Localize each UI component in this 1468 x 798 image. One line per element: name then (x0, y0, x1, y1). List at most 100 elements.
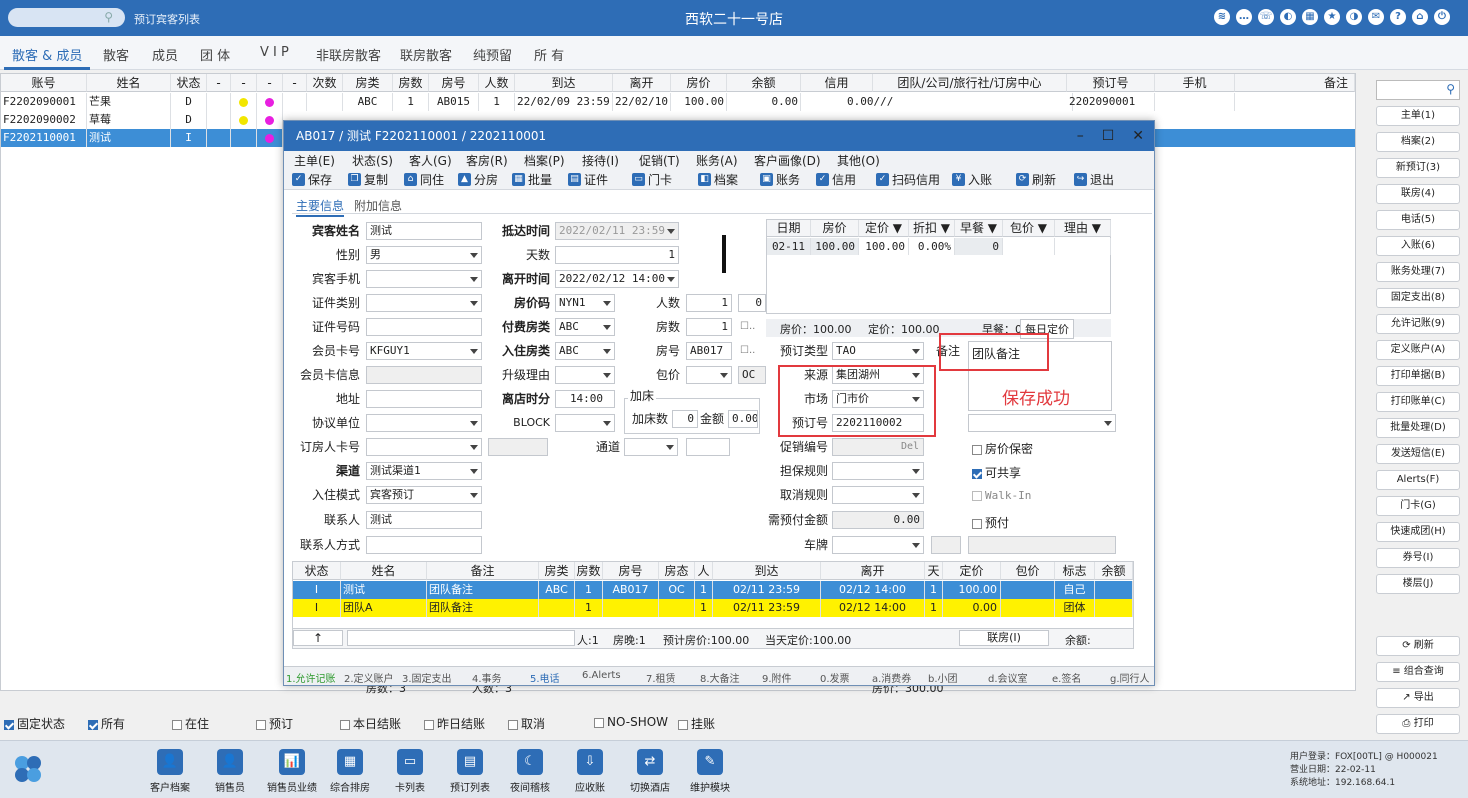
bottom-tab-5[interactable]: 6.Alerts (582, 670, 621, 681)
bottom-tab-10[interactable]: a.消费券 (872, 670, 911, 685)
tab-group[interactable]: 团 体 (200, 45, 230, 64)
arrival-time-input[interactable]: 2022/02/11 23:59 (555, 222, 679, 240)
filter-yesterday-checkout[interactable]: 昨日结账 (424, 715, 485, 732)
room-type-select[interactable]: ABC (555, 342, 615, 360)
rate-col-4[interactable]: 早餐 ▼ (955, 220, 1003, 237)
room-layout-icon[interactable]: ▦ (337, 749, 363, 775)
dock-item-8[interactable]: ⇄ 切换酒店 (620, 749, 680, 794)
col-credit[interactable]: 信用 (801, 74, 873, 92)
col-room-type[interactable]: 房类 (343, 74, 393, 92)
rate-code-select[interactable]: NYN1 (555, 294, 615, 312)
channel-select[interactable]: 测试渠道1 (366, 462, 482, 480)
salesperson-icon[interactable]: 👤 (217, 749, 243, 775)
account-button[interactable]: ▣ 账务 (760, 171, 800, 188)
col-arrival[interactable]: 到达 (515, 74, 613, 92)
rate-cell[interactable]: 0 (955, 238, 1003, 255)
checkin-mode-select[interactable]: 宾客预订 (366, 486, 482, 504)
member-col-9[interactable]: 离开 (821, 562, 925, 580)
extra-bed-amount[interactable]: 0.00 (728, 410, 758, 428)
rate-col-2[interactable]: 定价 ▼ (859, 220, 909, 237)
tab-non-linked[interactable]: 非联房散客 (316, 45, 381, 64)
cancel-rule-select[interactable] (832, 486, 924, 504)
col-group[interactable]: 团队/公司/旅行社/订房中心 (873, 74, 1067, 92)
filter-today-checkout[interactable]: 本日结账 (340, 715, 401, 732)
dock-item-0[interactable]: 👤 客户档案 (140, 749, 200, 794)
filter-no-show[interactable]: NO-SHOW (594, 715, 668, 729)
col-flag4[interactable]: - (283, 74, 307, 92)
filter-all[interactable]: 所有 (88, 715, 125, 732)
panel-button-1[interactable]: 档案(2) (1376, 132, 1460, 152)
search-icon[interactable]: ⚲ (1446, 82, 1455, 96)
id-card-button[interactable]: ▤ 证件 (568, 171, 608, 188)
shareable-checkbox[interactable]: 可共享 (972, 464, 1021, 481)
col-room-no[interactable]: 房号 (429, 74, 479, 92)
panel-button-4[interactable]: 电话(5) (1376, 210, 1460, 230)
member-col-13[interactable]: 标志 (1055, 562, 1095, 580)
id-type-select[interactable] (366, 294, 482, 312)
reservation-list-icon[interactable]: ▤ (457, 749, 483, 775)
bottom-tab-3[interactable]: 4.事务 (472, 670, 502, 685)
dock-item-7[interactable]: ⇩ 应收账 (560, 749, 620, 794)
contact-method-input[interactable] (366, 536, 482, 554)
panel-button-15[interactable]: 门卡(G) (1376, 496, 1460, 516)
close-icon[interactable]: ✕ (1132, 121, 1144, 151)
theme-icon[interactable]: ◑ (1346, 9, 1362, 25)
bottom-tab-9[interactable]: 0.发票 (820, 670, 850, 685)
member-col-11[interactable]: 定价 (943, 562, 1001, 580)
dock-item-3[interactable]: ▦ 综合排房 (320, 749, 380, 794)
dock-item-9[interactable]: ✎ 维护模块 (680, 749, 740, 794)
col-flag1[interactable]: - (207, 74, 231, 92)
agreement-unit-select[interactable] (366, 414, 482, 432)
share-room-button[interactable]: ⌂ 同住 (404, 171, 444, 188)
power-icon[interactable]: ⏻ (1434, 9, 1450, 25)
resv-type-select[interactable]: TAO (832, 342, 924, 360)
col-times[interactable]: 次数 (307, 74, 343, 92)
sales-performance-icon[interactable]: 📊 (279, 749, 305, 775)
refresh-button[interactable]: ⟳ 刷新 (1016, 171, 1056, 188)
maximize-icon[interactable]: ☐ (1102, 121, 1115, 151)
rate-cell[interactable] (1055, 238, 1111, 255)
mail-icon[interactable]: ✉ (1368, 9, 1384, 25)
extra-bed-count[interactable]: 0 (672, 410, 698, 428)
refresh-button[interactable]: ⟳ 刷新 (1376, 636, 1460, 656)
tab-all[interactable]: 所 有 (534, 45, 564, 64)
dock-item-2[interactable]: 📊 销售员业绩 (262, 749, 322, 794)
col-remark[interactable]: 备注 (1235, 74, 1355, 92)
guarantee-rule-select[interactable] (832, 462, 924, 480)
panel-button-2[interactable]: 新预订(3) (1376, 158, 1460, 178)
member-col-10[interactable]: 天 (925, 562, 943, 580)
member-card-select[interactable]: KFGUY1 (366, 342, 482, 360)
phone-icon[interactable]: ☏ (1258, 9, 1274, 25)
switch-hotel-icon[interactable]: ⇄ (637, 749, 663, 775)
departure-time-input[interactable]: 2022/02/12 14:00 (555, 270, 679, 288)
col-resv-no[interactable]: 预订号 (1067, 74, 1155, 92)
panel-button-9[interactable]: 定义账户(A) (1376, 340, 1460, 360)
help-icon[interactable]: ? (1390, 9, 1406, 25)
export-button[interactable]: ↗ 导出 (1376, 688, 1460, 708)
star-icon[interactable]: ★ (1324, 9, 1340, 25)
bottom-tab-6[interactable]: 7.租赁 (646, 670, 676, 685)
bottom-tab-7[interactable]: 8.大备注 (700, 670, 740, 685)
rate-cell[interactable]: 100.00 (859, 238, 909, 255)
rooms-input[interactable]: 1 (686, 318, 732, 336)
bottom-tab-12[interactable]: d.会议室 (988, 670, 1028, 685)
member-col-6[interactable]: 房态 (659, 562, 695, 580)
panel-button-0[interactable]: 主单(1) (1376, 106, 1460, 126)
tab-fit-members[interactable]: 散客 & 成员 (12, 45, 82, 64)
room-no-input[interactable]: AB017 (686, 342, 732, 360)
tab-extra-info[interactable]: 附加信息 (354, 197, 402, 214)
link-room-button[interactable]: 联房(I) (959, 630, 1049, 646)
maintenance-icon[interactable]: ✎ (697, 749, 723, 775)
promo-code-input[interactable]: Del (832, 438, 924, 456)
col-flag2[interactable]: - (231, 74, 257, 92)
profile-button[interactable]: ◧ 档案 (698, 171, 738, 188)
tab-vip[interactable]: V I P (260, 45, 289, 60)
col-account[interactable]: 账号 (1, 74, 87, 92)
panel-button-17[interactable]: 券号(I) (1376, 548, 1460, 568)
contact-input[interactable]: 测试 (366, 511, 482, 529)
member-col-8[interactable]: 到达 (713, 562, 821, 580)
customer-profile-icon[interactable]: 👤 (157, 749, 183, 775)
menu-item-0[interactable]: 主单(E) (294, 152, 335, 169)
dock-item-5[interactable]: ▤ 预订列表 (440, 749, 500, 794)
member-col-4[interactable]: 房数 (575, 562, 603, 580)
